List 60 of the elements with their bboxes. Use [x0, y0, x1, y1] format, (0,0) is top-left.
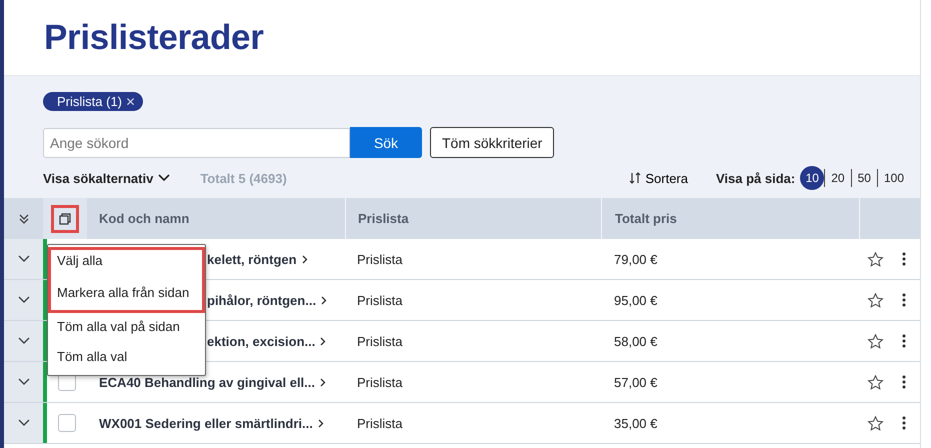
table-cell: Prislista: [357, 334, 403, 348]
table-cell: 79,00 €: [614, 252, 658, 266]
menu-item[interactable]: Töm alla val: [48, 343, 205, 373]
filter-chip[interactable]: Prislista (1) ✕: [43, 92, 143, 111]
more-icon[interactable]: [902, 252, 906, 266]
search-button[interactable]: Sök: [350, 127, 422, 158]
page-size-option[interactable]: 50: [852, 166, 877, 190]
more-icon[interactable]: [902, 375, 906, 389]
item-link[interactable]: ECA40 Behandling av gingival ell...: [99, 374, 315, 390]
table-cell: Prislista: [357, 252, 403, 266]
row-checkbox[interactable]: [58, 414, 76, 432]
page-size-option[interactable]: 100: [878, 166, 910, 190]
star-icon[interactable]: [867, 374, 884, 390]
star-icon[interactable]: [867, 292, 884, 308]
copy-icon: [59, 212, 71, 224]
table-cell: 35,00 €: [614, 416, 658, 430]
more-icon[interactable]: [902, 293, 906, 307]
star-icon[interactable]: [867, 332, 884, 350]
table-cell: 57,00 €: [614, 374, 658, 390]
item-link[interactable]: kelett, röntgen: [207, 252, 297, 266]
chevron-down-icon: [158, 174, 170, 182]
menu-item[interactable]: Välj alla: [48, 247, 205, 280]
menu-item[interactable]: Töm alla val på sidan: [48, 313, 205, 343]
item-link[interactable]: pihålor, röntgen...: [207, 292, 316, 308]
page-size-option[interactable]: 10: [800, 166, 824, 190]
table-cell: 95,00 €: [614, 292, 658, 308]
expand-icon[interactable]: [18, 419, 30, 427]
page-size-label: Visa på sida:: [716, 170, 796, 186]
more-icon[interactable]: [902, 334, 906, 348]
total-count: Totalt 5 (4693): [200, 170, 287, 186]
star-icon[interactable]: [867, 250, 884, 268]
column-header[interactable]: Totalt pris: [601, 198, 859, 239]
page-size-option[interactable]: 20: [825, 166, 851, 190]
expand-icon[interactable]: [18, 337, 30, 345]
item-link[interactable]: WX001 Sedering eller smärtlindri...: [99, 416, 313, 430]
search-options-toggle[interactable]: Visa sökalternativ: [43, 170, 170, 186]
star-icon[interactable]: [867, 414, 884, 432]
chevron-right-icon: [318, 418, 324, 428]
sort-icon: [628, 171, 642, 185]
menu-item[interactable]: Markera alla från sidan: [48, 280, 205, 313]
search-field[interactable]: Ange sökord: [43, 128, 350, 158]
column-header[interactable]: Prislista: [345, 198, 601, 239]
expand-icon[interactable]: [18, 378, 30, 386]
clear-button[interactable]: Töm sökkriterier: [430, 127, 554, 158]
chevron-right-icon: [320, 378, 326, 386]
chevron-right-icon: [302, 254, 308, 264]
collapse-all-icon[interactable]: [18, 212, 28, 224]
more-icon[interactable]: [902, 416, 906, 430]
table-cell: Prislista: [357, 292, 403, 308]
chevron-right-icon: [321, 296, 328, 304]
table-cell: Prislista: [357, 416, 403, 430]
table-cell: 58,00 €: [614, 334, 658, 348]
expand-icon[interactable]: [18, 296, 30, 304]
table-cell: Prislista: [357, 374, 403, 390]
chevron-right-icon: [320, 336, 326, 346]
expand-icon[interactable]: [18, 255, 30, 263]
item-link[interactable]: ektion, excision...: [207, 334, 316, 348]
page-title: Prislisterader: [44, 18, 264, 58]
sort-button[interactable]: Sortera: [642, 170, 688, 186]
column-header[interactable]: Kod och namn: [87, 198, 345, 239]
